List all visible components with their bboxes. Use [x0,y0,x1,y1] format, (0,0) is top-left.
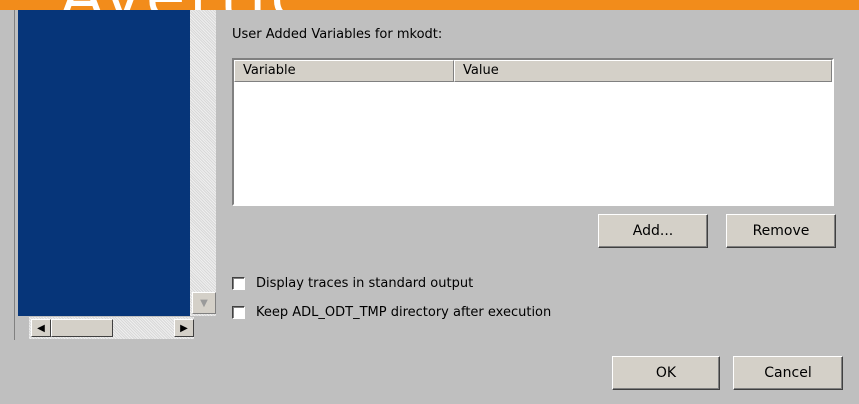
display-traces-option[interactable]: Display traces in standard output [232,276,473,291]
chevron-right-icon: ▶ [180,322,188,334]
column-header-value[interactable]: Value [454,60,832,82]
horizontal-scrollbar[interactable]: ◀ ▶ [29,317,194,339]
add-button[interactable]: Add... [598,214,708,248]
vertical-scrollbar[interactable] [190,10,216,316]
display-traces-checkbox[interactable] [232,277,245,290]
scroll-thumb[interactable] [51,319,113,337]
ok-button[interactable]: OK [612,356,720,390]
brand-banner: Avertic [0,0,859,10]
scroll-right-button[interactable]: ▶ [174,319,194,337]
banner-logo-text: Avertic [60,0,310,10]
dialog-window: Avertic ▼ ◀ ▶ User Added Variables for m… [0,0,859,404]
variables-section-label: User Added Variables for mkodt: [232,27,443,42]
remove-button[interactable]: Remove [726,214,836,248]
chevron-left-icon: ◀ [37,322,45,334]
keep-tmp-dir-option[interactable]: Keep ADL_ODT_TMP directory after executi… [232,305,551,320]
scroll-left-button[interactable]: ◀ [31,319,51,337]
navigation-panel[interactable] [18,10,190,316]
cancel-button[interactable]: Cancel [733,356,843,390]
list-header: Variable Value [234,60,832,82]
keep-tmp-dir-label: Keep ADL_ODT_TMP directory after executi… [256,305,552,320]
chevron-down-icon: ▼ [200,297,208,309]
display-traces-label: Display traces in standard output [256,276,474,291]
keep-tmp-dir-checkbox[interactable] [232,306,245,319]
column-header-variable[interactable]: Variable [234,60,454,82]
scroll-down-button[interactable]: ▼ [192,292,216,314]
variables-list[interactable]: Variable Value [232,58,834,206]
